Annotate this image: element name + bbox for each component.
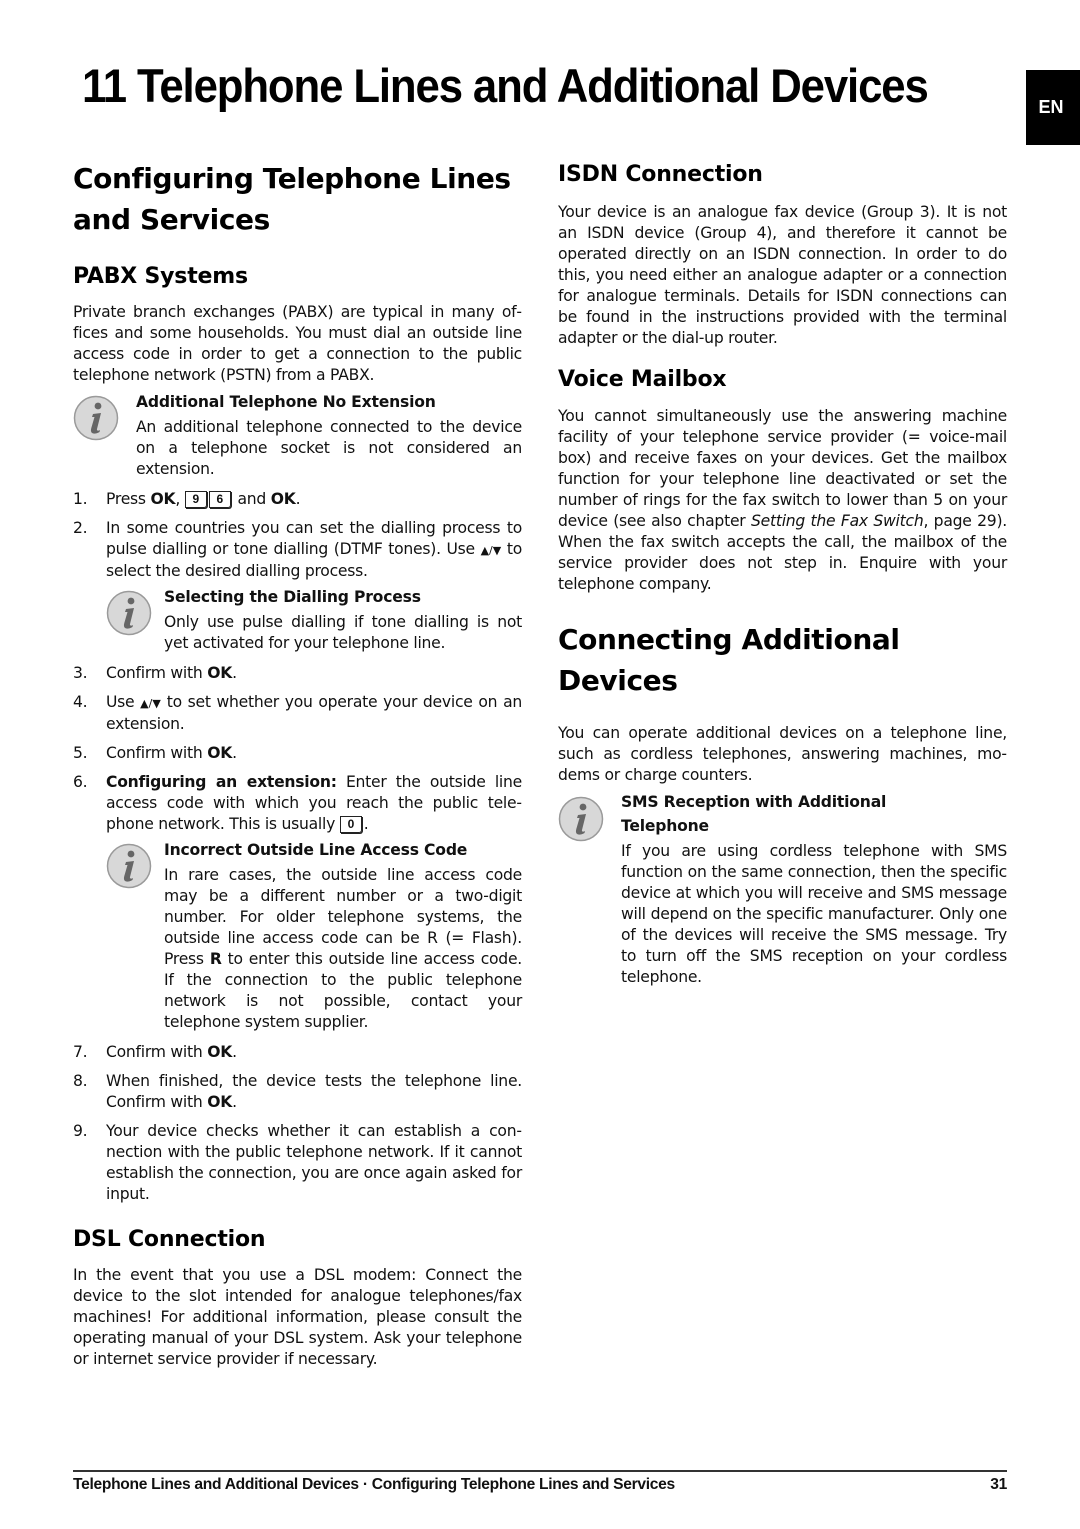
note-selecting-dialling: Selecting the Dialling Process Only use … [106,585,522,654]
subsection-title-pabx: PABX Systems [73,264,248,289]
dsl-text: In the event that you use a DSL modem: C… [73,1266,522,1368]
key-9: 9 [184,491,207,508]
note-title: Selecting the Dialling Process [164,588,421,606]
steps-list: 1. Press OK, 96 and OK. 2. In some count… [73,489,522,1205]
chapter-title: 11 Telephone Lines and Additional Device… [82,59,929,112]
language-tab: EN [1026,70,1080,145]
note-sms-reception: SMS Reception with Additional Telephone … [558,790,1007,988]
footer-breadcrumb: Telephone Lines and Additional Devices ·… [73,1476,675,1493]
step-4: 4. Use ▲/▼ to set whether you operate yo… [73,693,523,733]
info-icon [558,796,604,842]
up-down-arrow-icon: ▲/▼ [480,544,503,557]
key-6: 6 [208,491,231,508]
step-8: 8. When finished, the device tests the t… [73,1072,522,1111]
step-7: 7. Confirm with OK. [73,1043,237,1061]
page-number: 31 [990,1476,1007,1493]
subsection-title-isdn: ISDN Connection [558,162,763,187]
info-icon [73,395,119,441]
section-title-connecting-devices: Connecting Additional Devices [558,623,900,697]
pabx-intro: Private branch exchanges (PABX) are typi… [73,303,522,384]
step-9: 9. Your device checks whether it can est… [73,1122,522,1203]
key-0: 0 [339,816,362,833]
step-6: 6. Configuring an extension: Enter the o… [73,773,523,1033]
note-text: An additional telephone connected to the… [136,418,522,478]
footer-divider [73,1470,1007,1472]
voice-mailbox-text: You cannot simultaneously use the answer… [558,407,1008,593]
additional-devices-text: You can operate additional devices on a … [558,724,1007,784]
note-title: SMS Reception with Additional Telephone [621,793,887,835]
step-1: 1. Press OK, 96 and OK. [73,490,301,508]
note-incorrect-access-code: Incorrect Outside Line Access Code In ra… [106,838,522,1033]
note-additional-telephone: Additional Telephone No Extension An add… [73,390,522,480]
note-title: Additional Telephone No Extension [136,393,436,411]
note-text: If you are using cordless telephone with… [621,842,1007,986]
note-text: Only use pulse dialling if tone dialling… [164,613,522,652]
up-down-arrow-icon: ▲/▼ [140,697,162,710]
isdn-text: Your device is an analogue fax device (G… [558,203,1007,347]
note-text: In rare cases, the outside line access c… [164,866,523,1031]
note-title: Incorrect Outside Line Access Code [164,841,468,859]
step-2: 2. In some countries you can set the dia… [73,519,523,654]
right-column: ISDN Connection Your device is an analog… [558,158,1007,988]
info-icon [106,843,152,889]
info-icon [106,590,152,636]
step-3: 3. Confirm with OK. [73,664,237,682]
cross-reference-link[interactable]: Setting the Fax Switch [751,512,924,530]
step-5: 5. Confirm with OK. [73,744,237,762]
page-footer: Telephone Lines and Additional Devices ·… [73,1476,1007,1494]
left-column: Configuring Telephone Lines and Services… [73,158,522,1370]
section-title-configuring: Configuring Telephone Lines and Services [73,162,511,236]
subsection-title-dsl: DSL Connection [73,1227,266,1252]
subsection-title-voice-mailbox: Voice Mailbox [558,367,727,392]
